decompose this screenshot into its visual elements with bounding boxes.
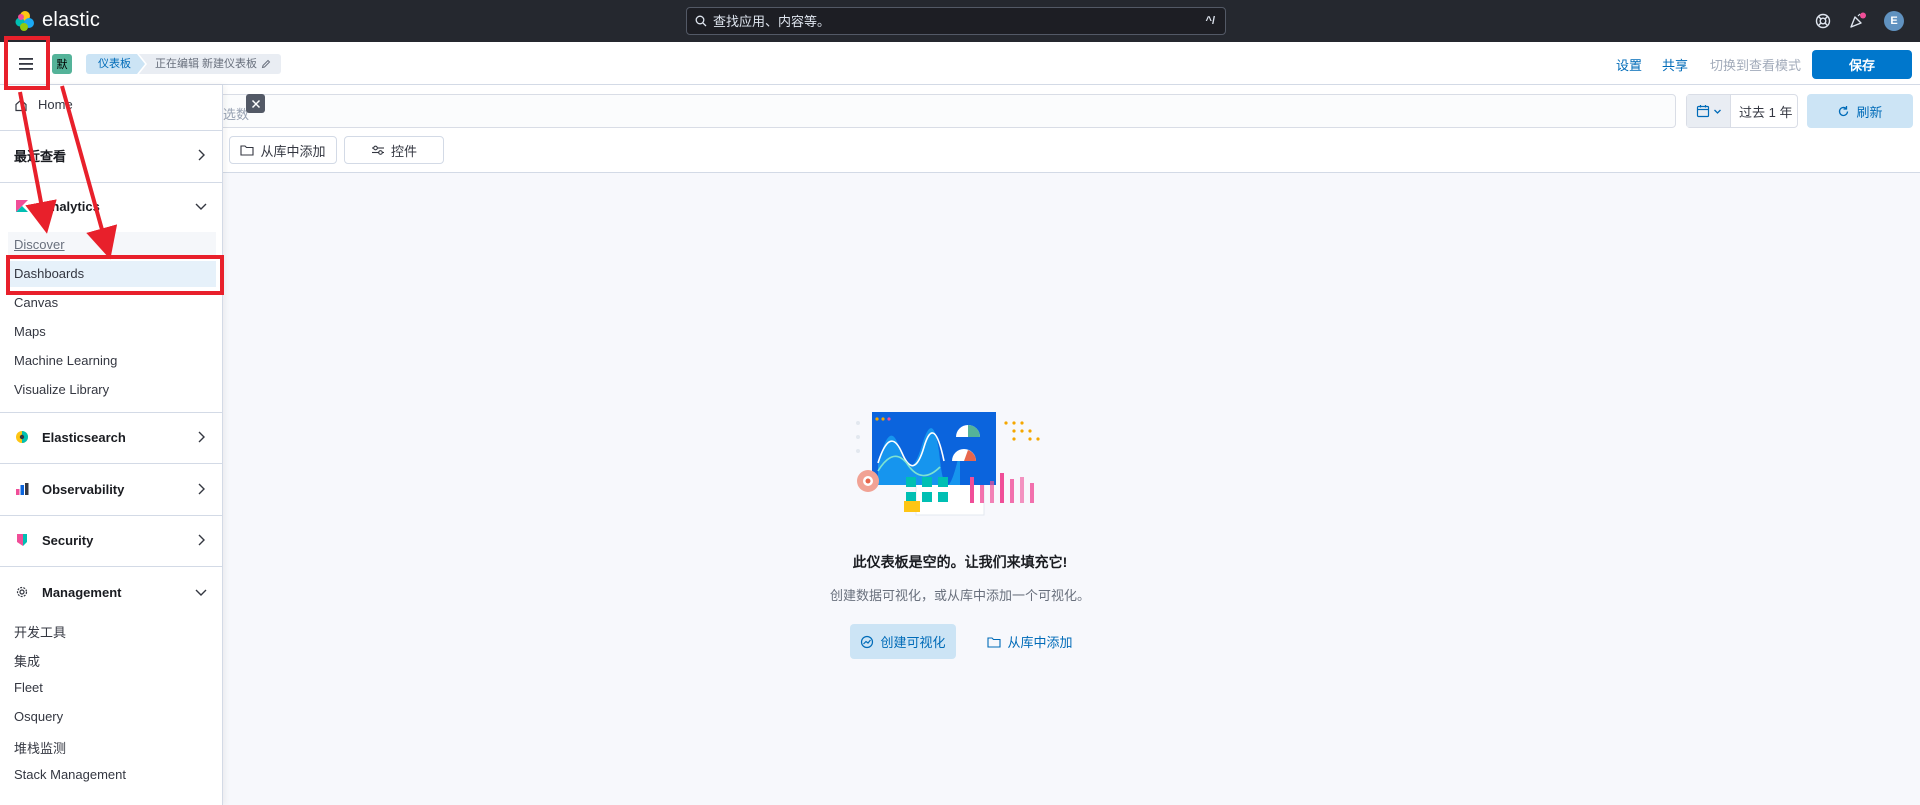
chevron-down-icon [195, 589, 207, 596]
divider [0, 463, 223, 464]
nav-group-recent-label: 最近查看 [14, 148, 67, 164]
nav-item-stack-management[interactable]: Stack Management [14, 767, 126, 782]
breadcrumb-current-label: 正在编辑 新建仪表板 [155, 58, 258, 70]
divider [0, 182, 223, 183]
nav-item-maps[interactable]: Maps [14, 324, 46, 339]
nav-home-link[interactable]: Home [14, 97, 73, 112]
empty-add-from-library-button[interactable]: 从库中添加 [970, 624, 1090, 659]
help-icon[interactable] [1814, 12, 1832, 30]
app-header: 默 仪表板 正在编辑 新建仪表板 设置 共享 切换到查看模式 保存 [0, 42, 1920, 85]
nav-group-observability-label: Observability [42, 481, 125, 497]
global-header: elastic ^/ E [0, 0, 1920, 42]
divider [0, 130, 223, 131]
divider [0, 412, 223, 413]
nav-home-label: Home [38, 97, 73, 112]
elasticsearch-icon [14, 429, 30, 445]
nav-group-security[interactable]: Security [14, 529, 209, 551]
date-picker[interactable]: 过去 1 年 [1686, 94, 1798, 128]
pencil-icon [261, 59, 271, 69]
nav-item-dev-tools[interactable]: 开发工具 [14, 622, 66, 641]
nav-group-elasticsearch-label: Elasticsearch [42, 429, 126, 445]
search-icon [695, 15, 707, 27]
settings-link[interactable]: 设置 [1616, 55, 1642, 74]
query-bar: 选数 过去 1 年 刷新 从库中添加 控件 [0, 85, 1920, 173]
nav-group-analytics[interactable]: Analytics [14, 195, 209, 217]
breadcrumb: 仪表板 正在编辑 新建仪表板 [86, 54, 282, 74]
refresh-button[interactable]: 刷新 [1807, 94, 1913, 128]
folder-icon [987, 636, 1002, 648]
home-icon [15, 98, 27, 111]
visualize-icon [861, 635, 874, 648]
nav-item-fleet[interactable]: Fleet [14, 680, 43, 695]
add-from-library-button[interactable]: 从库中添加 [229, 136, 337, 164]
nav-group-management[interactable]: Management [14, 581, 209, 603]
nav-item-integrations[interactable]: 集成 [14, 651, 40, 670]
user-avatar[interactable]: E [1884, 11, 1904, 31]
nav-item-osquery[interactable]: Osquery [14, 709, 63, 724]
gear-icon [14, 584, 30, 600]
observability-icon [14, 481, 30, 497]
date-range-label[interactable]: 过去 1 年 [1731, 102, 1792, 121]
security-icon [14, 532, 30, 548]
controls-label: 控件 [390, 143, 417, 159]
empty-add-from-library-label: 从库中添加 [1007, 635, 1073, 650]
create-visualization-button[interactable]: 创建可视化 [850, 624, 956, 659]
nav-group-management-label: Management [42, 584, 122, 600]
quick-select-button[interactable] [1687, 95, 1731, 127]
chevron-right-icon [198, 534, 205, 546]
divider [0, 566, 223, 567]
annotation-menu-highlight [4, 36, 50, 90]
close-nav-button[interactable] [246, 94, 265, 113]
news-feed-icon[interactable] [1848, 12, 1866, 30]
kibana-icon [14, 198, 30, 214]
divider [0, 515, 223, 516]
nav-item-machine-learning[interactable]: Machine Learning [14, 353, 117, 368]
brand-name: elastic [42, 9, 101, 31]
nav-item-visualize-library[interactable]: Visualize Library [14, 382, 109, 397]
nav-group-elasticsearch[interactable]: Elasticsearch [14, 426, 209, 448]
empty-state-description: 创建数据可视化，或从库中添加一个可视化。 [829, 588, 1090, 603]
search-shortcut-badge: ^/ [1205, 15, 1215, 27]
share-link[interactable]: 共享 [1662, 55, 1688, 74]
nav-group-security-label: Security [42, 532, 94, 548]
query-input[interactable]: 选数 [200, 94, 1676, 128]
chevron-down-icon [1713, 109, 1721, 114]
breadcrumb-current[interactable]: 正在编辑 新建仪表板 [139, 54, 282, 74]
controls-icon [371, 145, 384, 155]
refresh-label: 刷新 [1856, 104, 1883, 120]
create-visualization-label: 创建可视化 [880, 635, 946, 650]
breadcrumb-dashboards[interactable]: 仪表板 [86, 54, 145, 74]
nav-group-analytics-label: Analytics [42, 198, 100, 214]
side-navigation: Home 最近查看 Analytics Discover Dashboards … [0, 85, 223, 805]
calendar-icon [1696, 105, 1709, 118]
annotation-dashboards-highlight [6, 255, 224, 295]
elastic-logo-icon [15, 10, 34, 31]
chevron-right-icon [198, 483, 205, 495]
nav-item-canvas[interactable]: Canvas [14, 295, 58, 310]
search-input[interactable] [713, 13, 1206, 29]
save-button[interactable]: 保存 [1812, 50, 1912, 79]
close-icon [251, 99, 260, 108]
empty-dashboard-illustration [856, 412, 1040, 516]
chevron-down-icon [195, 203, 207, 210]
nav-item-stack-monitoring[interactable]: 堆栈监测 [14, 738, 66, 757]
empty-state-title: 此仪表板是空的。让我们来填充它! [852, 554, 1068, 570]
switch-to-view-mode-link[interactable]: 切换到查看模式 [1710, 55, 1801, 74]
chevron-right-icon [198, 149, 205, 161]
chevron-right-icon [198, 431, 205, 443]
elastic-logo-link[interactable]: elastic [14, 9, 100, 32]
folder-icon [240, 145, 255, 156]
global-search[interactable]: ^/ [686, 7, 1226, 35]
refresh-icon [1839, 105, 1849, 116]
controls-button[interactable]: 控件 [344, 136, 444, 164]
nav-group-recent[interactable]: 最近查看 [14, 144, 209, 166]
nav-group-observability[interactable]: Observability [14, 478, 209, 500]
add-from-library-label: 从库中添加 [260, 143, 326, 159]
space-selector[interactable]: 默 [52, 54, 72, 74]
